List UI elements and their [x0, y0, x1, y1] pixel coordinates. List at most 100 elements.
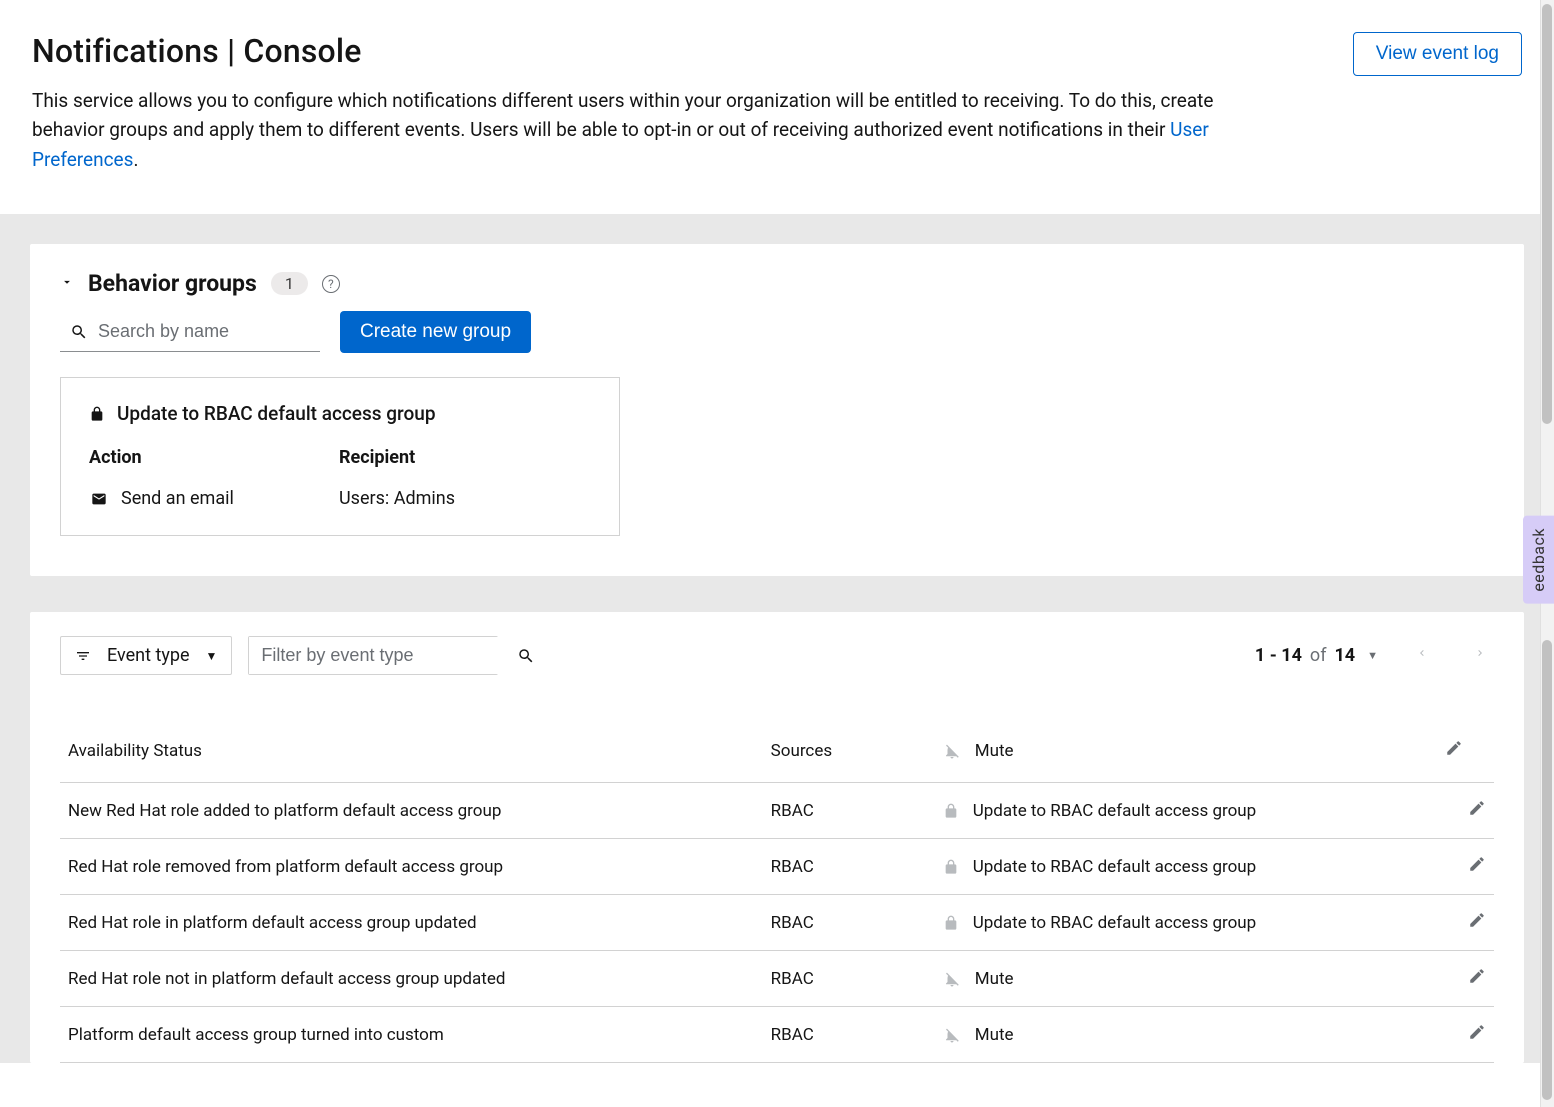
- pagination-text[interactable]: 1 - 14 of 14 ▼: [1255, 645, 1378, 666]
- chevron-right-icon: [1474, 644, 1486, 662]
- event-action-cell: Update to RBAC default access group: [935, 839, 1437, 895]
- pagination-total: 14: [1334, 645, 1355, 666]
- create-group-button[interactable]: Create new group: [340, 311, 531, 353]
- search-icon: [70, 323, 88, 341]
- event-edit-cell: [1437, 839, 1494, 895]
- behavior-section-header: Behavior groups 1 ?: [60, 270, 1494, 297]
- email-icon: [89, 491, 109, 507]
- event-name-cell: Red Hat role removed from platform defau…: [60, 839, 763, 895]
- event-type-dropdown[interactable]: Event type ▼: [60, 636, 232, 675]
- event-name-cell: Platform default access group turned int…: [60, 1007, 763, 1063]
- event-edit-cell: [1437, 1007, 1494, 1063]
- bell-slash-icon: [943, 970, 961, 988]
- col-action-label: Mute: [975, 741, 1014, 761]
- pagination-of: of: [1310, 645, 1327, 666]
- desc-text-after: .: [133, 148, 138, 171]
- action-text: Update to RBAC default access group: [973, 857, 1256, 877]
- lock-icon: [89, 405, 105, 423]
- page-header: Notifications | Console This service all…: [0, 0, 1554, 214]
- pencil-icon: [1468, 799, 1486, 817]
- event-name-cell: New Red Hat role added to platform defau…: [60, 783, 763, 839]
- pagination-range: 1 - 14: [1255, 645, 1302, 666]
- edit-row-button[interactable]: [1468, 855, 1486, 873]
- action-value: Send an email: [121, 488, 234, 509]
- table-row: New Red Hat role added to platform defau…: [60, 783, 1494, 839]
- content-region: Behavior groups 1 ? Create new group Upd…: [0, 214, 1554, 1063]
- table-header-row: Availability Status Sources Mute: [60, 723, 1494, 783]
- action-text: Mute: [975, 969, 1014, 989]
- events-table: Availability Status Sources Mute: [60, 723, 1494, 1063]
- lock-icon: [943, 803, 959, 819]
- filter-wrapper: [248, 636, 498, 675]
- lock-icon: [943, 859, 959, 875]
- pencil-icon: [1445, 739, 1463, 757]
- group-title-row: Update to RBAC default access group: [89, 402, 591, 425]
- chevron-down-icon[interactable]: [60, 274, 74, 293]
- recipient-value: Users: Admins: [339, 488, 591, 509]
- caret-down-icon: ▼: [206, 649, 218, 663]
- bell-slash-icon: [943, 1026, 961, 1044]
- bell-slash-icon: [943, 742, 961, 760]
- filter-search-button[interactable]: [505, 647, 547, 665]
- table-row: Platform default access group turned int…: [60, 1007, 1494, 1063]
- page-title: Notifications | Console: [32, 32, 1262, 70]
- col-edit-header: [1437, 723, 1494, 783]
- event-filter-input[interactable]: [249, 637, 505, 674]
- edit-row-button[interactable]: [1468, 1023, 1486, 1041]
- pagination-prev-button[interactable]: [1408, 640, 1436, 671]
- event-source-cell: RBAC: [763, 951, 935, 1007]
- action-value-cell: Send an email: [89, 488, 339, 509]
- behavior-groups-card: Behavior groups 1 ? Create new group Upd…: [30, 244, 1524, 576]
- event-edit-cell: [1437, 895, 1494, 951]
- scrollbar-thumb[interactable]: [1542, 640, 1552, 1100]
- view-event-log-button[interactable]: View event log: [1353, 32, 1522, 76]
- action-column-header: Action: [89, 447, 339, 468]
- event-name-cell: Red Hat role not in platform default acc…: [60, 951, 763, 1007]
- group-details-grid: Action Recipient Send an email Users: Ad…: [89, 447, 591, 509]
- edit-row-button[interactable]: [1468, 911, 1486, 929]
- event-source-cell: RBAC: [763, 895, 935, 951]
- toolbar-right: 1 - 14 of 14 ▼: [1255, 640, 1494, 671]
- events-card: Event type ▼ 1 - 14 of 14: [30, 612, 1524, 1063]
- search-wrapper: [60, 312, 320, 352]
- scrollbar-thumb[interactable]: [1542, 4, 1552, 424]
- table-row: Red Hat role not in platform default acc…: [60, 951, 1494, 1007]
- table-row: Red Hat role in platform default access …: [60, 895, 1494, 951]
- event-edit-cell: [1437, 951, 1494, 1007]
- pencil-icon: [1468, 855, 1486, 873]
- group-title: Update to RBAC default access group: [117, 402, 436, 425]
- feedback-tab[interactable]: eedback: [1523, 516, 1554, 604]
- events-toolbar: Event type ▼ 1 - 14 of 14: [60, 636, 1494, 675]
- table-row: Red Hat role removed from platform defau…: [60, 839, 1494, 895]
- action-text: Update to RBAC default access group: [973, 801, 1256, 821]
- pencil-icon: [1468, 1023, 1486, 1041]
- page-description: This service allows you to configure whi…: [32, 86, 1262, 174]
- filter-icon: [75, 648, 91, 664]
- search-icon: [517, 647, 535, 665]
- lock-icon: [943, 915, 959, 931]
- group-count-badge: 1: [271, 272, 308, 295]
- col-sources-header: Sources: [763, 723, 935, 783]
- event-name-cell: Red Hat role in platform default access …: [60, 895, 763, 951]
- event-action-cell: Update to RBAC default access group: [935, 895, 1437, 951]
- event-action-cell: Mute: [935, 1007, 1437, 1063]
- toolbar-left: Event type ▼: [60, 636, 498, 675]
- caret-down-icon: ▼: [1367, 649, 1378, 662]
- pagination-next-button[interactable]: [1466, 640, 1494, 671]
- chevron-left-icon: [1416, 644, 1428, 662]
- event-action-cell: Mute: [935, 951, 1437, 1007]
- event-source-cell: RBAC: [763, 1007, 935, 1063]
- col-availability-header: Availability Status: [60, 723, 763, 783]
- edit-row-button[interactable]: [1468, 799, 1486, 817]
- pencil-icon: [1468, 911, 1486, 929]
- event-action-cell: Update to RBAC default access group: [935, 783, 1437, 839]
- action-text: Update to RBAC default access group: [973, 913, 1256, 933]
- dropdown-label: Event type: [107, 645, 190, 666]
- pencil-icon: [1468, 967, 1486, 985]
- edit-row-button[interactable]: [1468, 967, 1486, 985]
- edit-header-button[interactable]: [1445, 739, 1463, 757]
- help-icon[interactable]: ?: [322, 275, 340, 293]
- event-edit-cell: [1437, 783, 1494, 839]
- behavior-search-input[interactable]: [60, 312, 320, 351]
- event-source-cell: RBAC: [763, 839, 935, 895]
